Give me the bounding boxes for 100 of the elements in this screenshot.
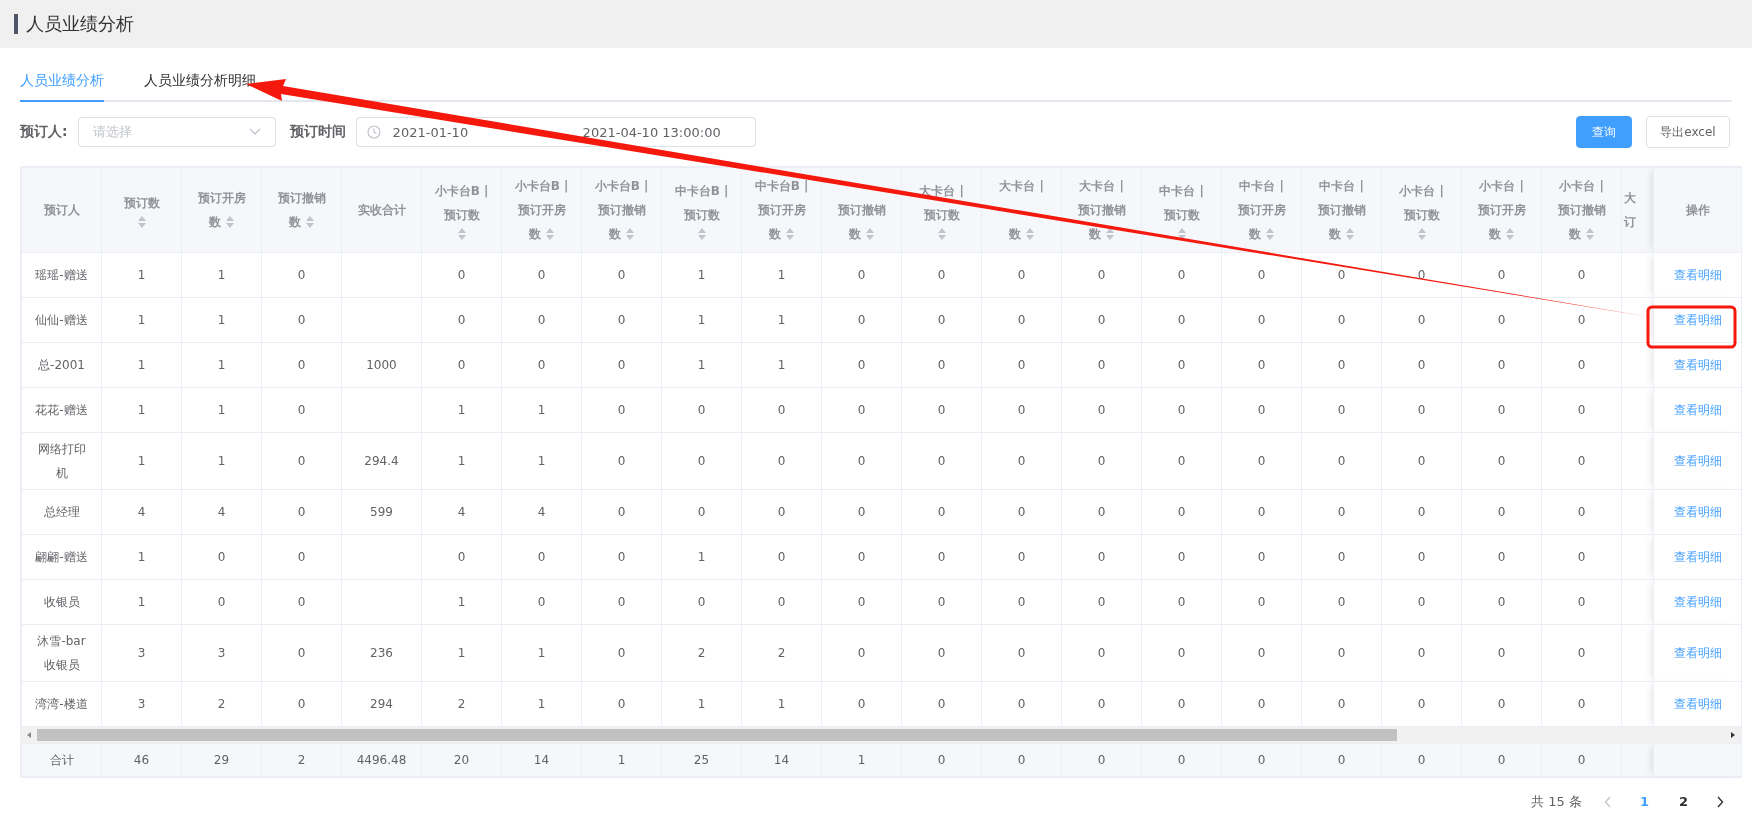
table-cell: 0 (697, 403, 706, 417)
table-cell: 0 (1497, 313, 1506, 327)
total-cell: 0 (1257, 753, 1266, 767)
page-button[interactable]: 1 (1633, 790, 1655, 813)
table-cell: 沐雪-bar收银员 (37, 634, 86, 672)
sort-icon[interactable] (696, 227, 707, 241)
sort-icon[interactable] (456, 227, 467, 241)
table-cell: 0 (1337, 505, 1346, 519)
column-header[interactable]: 小卡台B | 预订开房 数 (501, 167, 582, 253)
table-cell: 0 (857, 505, 866, 519)
column-header[interactable]: 中卡台 | 预订撤销 数 (1301, 167, 1382, 253)
page-button[interactable]: 2 (1672, 790, 1694, 813)
table-cell: 0 (937, 268, 946, 282)
table-cell: 0 (457, 550, 466, 564)
scroll-left-icon[interactable] (25, 731, 33, 739)
sort-icon[interactable] (1344, 227, 1355, 241)
total-cell: 2 (297, 753, 306, 767)
sort-icon[interactable] (1176, 227, 1187, 241)
table-cell: 3 (137, 697, 146, 711)
chevron-down-icon (248, 128, 261, 136)
table-cell: 0 (1017, 454, 1026, 468)
table-cell: 0 (297, 505, 306, 519)
table-cell: 2 (217, 697, 226, 711)
table-cell: 0 (1577, 697, 1586, 711)
table-cell: 2 (457, 697, 466, 711)
sort-icon[interactable] (1504, 227, 1515, 241)
column-header[interactable]: 小卡台 | 预订数 (1381, 167, 1462, 253)
table-cell: 0 (1177, 313, 1186, 327)
table-cell: 0 (937, 595, 946, 609)
table-cell: 0 (1017, 697, 1026, 711)
total-cell: 20 (453, 753, 470, 767)
sort-icon[interactable] (624, 227, 635, 241)
table-cell: 0 (857, 697, 866, 711)
sort-icon[interactable] (224, 215, 235, 229)
table-cell: 0 (297, 595, 306, 609)
table-cell: 0 (1177, 646, 1186, 660)
table-cell: 0 (857, 550, 866, 564)
scroll-right-icon[interactable] (1729, 731, 1737, 739)
table-cell: 1 (137, 268, 146, 282)
sort-icon[interactable] (864, 227, 875, 241)
sort-icon[interactable] (1416, 227, 1427, 241)
sort-icon[interactable] (1024, 227, 1035, 241)
search-button[interactable]: 查询 (1576, 116, 1632, 148)
table-cell: 0 (1337, 697, 1346, 711)
table-cell: 0 (617, 268, 626, 282)
sort-icon[interactable] (1584, 227, 1595, 241)
table-cell: 1 (137, 550, 146, 564)
sort-icon[interactable] (936, 227, 947, 241)
column-header: 预订人 (21, 167, 102, 253)
table-cell: 0 (1097, 646, 1106, 660)
column-header[interactable]: 中卡台B | 预订开房 数 (741, 167, 822, 253)
sort-icon[interactable] (136, 215, 147, 229)
table-cell: 0 (1337, 403, 1346, 417)
sort-icon[interactable] (304, 215, 315, 229)
sort-icon[interactable] (544, 227, 555, 241)
total-cell: 0 (1097, 753, 1106, 767)
column-header[interactable]: 中卡台B | 预订数 (661, 167, 742, 253)
table-cell: 0 (1497, 268, 1506, 282)
sort-icon[interactable] (1104, 227, 1115, 241)
column-header[interactable]: 预订开房 数 (181, 167, 262, 253)
table-cell: 0 (937, 358, 946, 372)
table-cell: 0 (1017, 550, 1026, 564)
table-cell: 2 (777, 646, 786, 660)
table-cell: 0 (1417, 454, 1426, 468)
column-header[interactable]: 小卡台 | 预订撤销 数 (1541, 167, 1622, 253)
table-cell: 1 (537, 697, 546, 711)
export-button[interactable]: 导出excel (1646, 116, 1730, 148)
column-header[interactable]: 小卡台B | 预订数 (421, 167, 502, 253)
column-header[interactable]: 预订撤销 数 (821, 167, 902, 253)
column-header[interactable]: 中卡台 | 预订开房 数 (1221, 167, 1302, 253)
booker-select[interactable]: 请选择 (77, 117, 276, 147)
page-title: 人员业绩分析 (26, 12, 134, 36)
table-cell: 0 (777, 403, 786, 417)
sort-icon[interactable] (1264, 227, 1275, 241)
column-header[interactable]: 预订数 (101, 167, 182, 253)
column-header[interactable]: 中卡台 | 预订数 (1141, 167, 1222, 253)
table-cell: 0 (1497, 646, 1506, 660)
table-cell: 0 (1017, 505, 1026, 519)
table-cell: 0 (857, 268, 866, 282)
total-cell: 25 (693, 753, 710, 767)
table-cell: 0 (1417, 646, 1426, 660)
table-cell: 0 (297, 454, 306, 468)
table-cell: 4 (137, 505, 146, 519)
column-header[interactable]: 大卡台 | 数 (981, 167, 1062, 253)
column-header[interactable]: 大卡台 | 预订撤销 数 (1061, 167, 1142, 253)
total-cell: 0 (1577, 753, 1586, 767)
column-header[interactable]: 小卡台B | 预订撤销 数 (581, 167, 662, 253)
table-cell: 0 (1577, 595, 1586, 609)
field-label: 预订时间 (289, 123, 346, 141)
table-cell: 0 (297, 550, 306, 564)
total-cell: 0 (1017, 753, 1026, 767)
table-cell: 总经理 (43, 505, 80, 519)
table-cell: 1 (537, 646, 546, 660)
column-header[interactable]: 小卡台 | 预订开房 数 (1461, 167, 1542, 253)
sort-icon[interactable] (784, 227, 795, 241)
horizontal-scrollbar[interactable] (21, 727, 1741, 743)
column-header[interactable]: 预订撤销 数 (261, 167, 342, 253)
tab[interactable]: 人员业绩分析 (20, 66, 104, 102)
table-cell: 0 (1017, 268, 1026, 282)
table-cell: 0 (1417, 358, 1426, 372)
